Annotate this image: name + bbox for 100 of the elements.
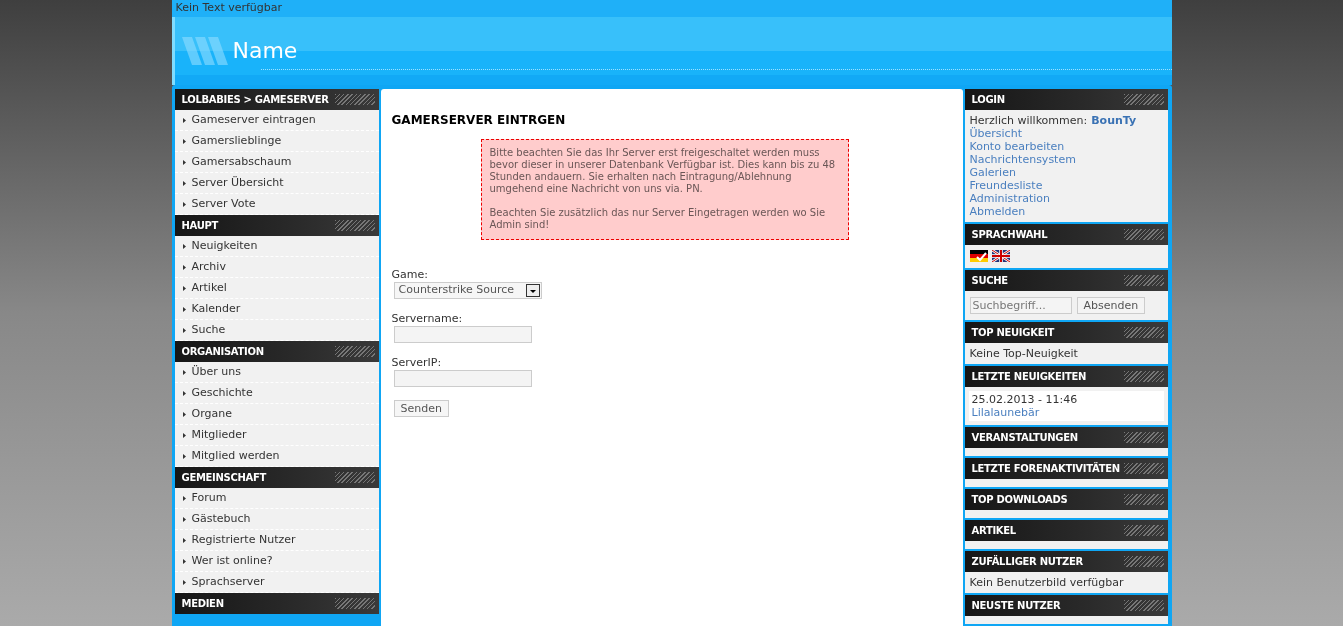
welcome-text: Herzlich willkommen: [969, 114, 1088, 127]
section-title: LOLBABIES > GAMESERVER [181, 93, 329, 107]
caret-icon [182, 369, 186, 375]
section-title: ARTIKEL [971, 524, 1016, 538]
caret-icon [182, 306, 186, 312]
hatch-pattern [1123, 94, 1164, 105]
caret-icon [182, 432, 186, 438]
send-button[interactable]: Senden [393, 400, 449, 417]
menu-item[interactable]: Mitglied werden [174, 446, 379, 467]
account-link[interactable]: Nachrichtensystem [969, 153, 1076, 166]
hatch-pattern [1123, 327, 1164, 338]
text-field[interactable] [393, 326, 532, 343]
caret-icon [182, 243, 186, 249]
hatch-pattern [1123, 556, 1164, 567]
german-flag-icon[interactable] [969, 250, 988, 262]
section-title: ORGANISATION [181, 345, 264, 359]
stripes-logo-icon [179, 37, 230, 66]
menu-item[interactable]: Neuigkeiten [174, 236, 379, 257]
field-label: ServerIP: [391, 356, 442, 370]
section-title: GEMEINSCHAFT [181, 471, 267, 485]
section-title: TOP NEUIGKEIT [971, 326, 1055, 340]
caret-icon [182, 558, 186, 564]
caret-icon [182, 285, 186, 291]
hatch-pattern [1123, 275, 1164, 286]
caret-icon [182, 390, 186, 396]
menu-item[interactable]: Artikel [174, 278, 379, 299]
panel-text: Keine Top-Neuigkeit [969, 347, 1078, 360]
caret-icon [182, 453, 186, 459]
section-title: NEUSTE NUTZER [971, 599, 1061, 613]
text-field[interactable] [393, 370, 532, 387]
section-title: LOGIN [971, 93, 1005, 107]
caret-icon [182, 117, 186, 123]
caret-icon [182, 495, 186, 501]
menu-item[interactable]: Registrierte Nutzer [174, 530, 379, 551]
account-link[interactable]: Galerien [969, 166, 1016, 179]
menu-item[interactable]: Mitglieder [174, 425, 379, 446]
menu-item[interactable]: Kalender [174, 299, 379, 320]
menu-item[interactable]: Gästebuch [174, 509, 379, 530]
caret-icon [182, 411, 186, 417]
section-title: TOP DOWNLOADS [971, 493, 1068, 507]
menu-item[interactable]: Server Übersicht [174, 173, 379, 194]
menu-item[interactable]: Wer ist online? [174, 551, 379, 572]
caret-icon [182, 579, 186, 585]
account-link[interactable]: Administration [969, 192, 1050, 205]
menu-item[interactable]: Gamersabschaum [174, 152, 379, 173]
account-link[interactable]: Übersicht [969, 127, 1022, 140]
hatch-pattern [1123, 229, 1164, 240]
account-link[interactable]: Konto bearbeiten [969, 140, 1065, 153]
menu-item[interactable]: Über uns [174, 362, 379, 383]
account-link[interactable]: Abmelden [969, 205, 1026, 218]
section-title: VERANSTALTUNGEN [971, 431, 1078, 445]
field-label: Game: [391, 268, 428, 282]
section-title: HAUPT [181, 219, 219, 233]
user-link[interactable]: BounTy [1091, 114, 1137, 127]
caret-icon [182, 264, 186, 270]
caret-icon [182, 201, 186, 207]
caret-icon [182, 537, 186, 543]
panel-text: Kein Benutzerbild verfügbar [969, 576, 1124, 589]
page-title: GAMERSERVER EINTRGEN [391, 112, 567, 129]
menu-item[interactable]: Forum [174, 488, 379, 509]
caret-icon [182, 138, 186, 144]
notice-text: Bitte beachten Sie das Ihr Server erst freigeschaltet werden muss bevor dieser in unserer Datenbank Verfügbar ist. Dies kann bis zu 48 Stunden andauern. Sie erhalten nach Eintragung/Ablehnung umgehend eine Nachricht von uns via. PN. [489, 147, 837, 195]
hatch-pattern [1123, 371, 1164, 382]
menu-item[interactable]: Geschichte [174, 383, 379, 404]
game-select[interactable]: Counterstrike Source [393, 282, 542, 299]
caret-icon [182, 516, 186, 522]
hatch-pattern [334, 220, 375, 231]
account-link[interactable]: Freundesliste [969, 179, 1043, 192]
hatch-pattern [334, 94, 375, 105]
caret-icon [182, 327, 186, 333]
search-field[interactable]: Suchbegriff... [969, 297, 1072, 314]
menu-item[interactable]: Sprachserver [174, 572, 379, 593]
hatch-pattern [334, 598, 375, 609]
field-label: Servername: [391, 312, 463, 326]
section-title: LETZTE NEUIGKEITEN [971, 370, 1087, 384]
hatch-pattern [1123, 432, 1164, 443]
top-bar-text: Kein Text verfügbar [175, 0, 283, 17]
caret-icon [182, 180, 186, 186]
section-title: ZUFÄLLIGER NUTZER [971, 554, 1083, 569]
news-date: 25.02.2013 - 11:46 [971, 393, 1078, 406]
menu-item[interactable]: Organe [174, 404, 379, 425]
hatch-pattern [334, 472, 375, 483]
section-title: SUCHE [971, 274, 1008, 288]
hatch-pattern [1123, 525, 1164, 536]
news-link[interactable]: Lilalaunebär [971, 406, 1040, 419]
section-title: LETZTE FORENAKTIVITÄTEN [971, 461, 1120, 476]
menu-item[interactable]: Suche [174, 320, 379, 341]
british-flag-icon[interactable] [991, 250, 1010, 262]
caret-icon [182, 159, 186, 165]
section-title: SPRACHWAHL [971, 228, 1048, 242]
hatch-pattern [1123, 463, 1164, 474]
hatch-pattern [1123, 494, 1164, 505]
menu-item[interactable]: Archiv [174, 257, 379, 278]
site-title: Name [232, 37, 298, 66]
select-value: Counterstrike Source [398, 282, 515, 299]
menu-item[interactable]: Server Vote [174, 194, 379, 215]
menu-item[interactable]: Gamerslieblinge [174, 131, 379, 152]
section-title: MEDIEN [181, 597, 224, 611]
submit-button[interactable]: Absenden [1076, 297, 1146, 314]
menu-item[interactable]: Gameserver eintragen [174, 110, 379, 131]
